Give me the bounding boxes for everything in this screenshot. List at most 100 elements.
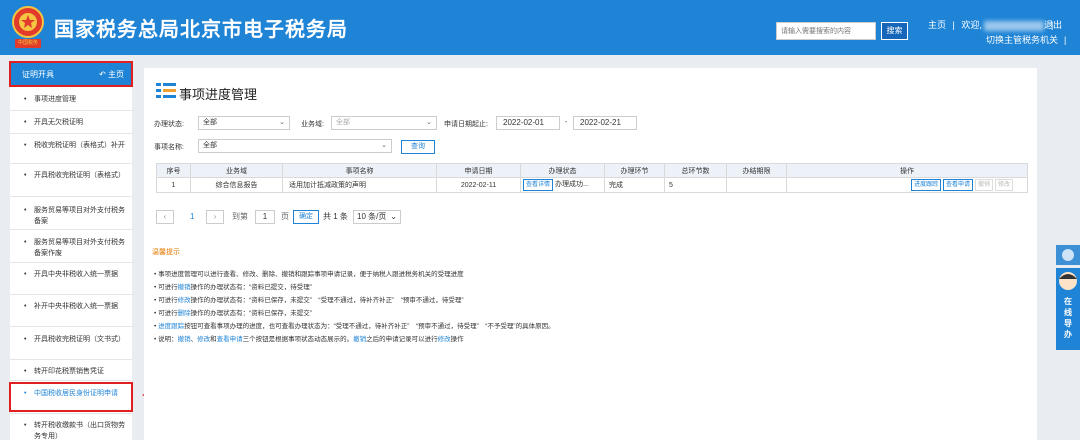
online-guide-char: 线	[1064, 308, 1072, 317]
table-row: 1 综合信息报告 适用加计抵减政策的声明 2022-02-11 查看详情 办理成…	[156, 177, 1028, 193]
business-label: 业务域:	[301, 121, 324, 128]
tip-line: • 事项进度管理可以进行查看、修改、删除、撤销和跟踪事项申请记录，便于纳税人跟进…	[154, 268, 464, 278]
search-input[interactable]	[776, 22, 876, 40]
goto-label: 到第	[232, 212, 248, 221]
date-to-input[interactable]: 2022-02-21	[573, 116, 637, 130]
total-count: 共 1 条	[323, 212, 348, 221]
bullet-icon: •	[24, 172, 27, 179]
tip-keyword: 修改	[197, 336, 211, 343]
progress-table: 序号 业务域 事项名称 申请日期 办理状态 办理环节 总环节数 办结期限 操作 …	[156, 163, 1028, 193]
item-name-label: 事项名称:	[154, 144, 184, 151]
search-button[interactable]: 搜索	[881, 22, 908, 40]
modify-button[interactable]: 修改	[994, 179, 1013, 191]
bullet-icon: •	[24, 207, 27, 214]
view-application-button[interactable]: 查看申请	[943, 179, 974, 191]
page-size-select[interactable]: 10 条/页 ⌄	[353, 210, 401, 224]
cell-business: 综合信息报告	[190, 177, 283, 193]
highlight-box-residency-cert	[9, 382, 133, 412]
tip-keyword: 撤销	[177, 284, 191, 291]
sidebar-item-stamp-voucher[interactable]: • 转开印花税票销售凭证	[10, 366, 132, 377]
logout-link[interactable]: 退出	[1044, 18, 1062, 31]
sidebar-item-reissue-table[interactable]: • 税收完税证明（表格式）补开	[10, 140, 132, 151]
page-unit-label: 页	[281, 212, 289, 221]
business-select[interactable]: 全部 ⌄	[331, 116, 437, 130]
status-text: 办理成功...	[554, 181, 589, 188]
tip-keyword: 撤销	[353, 336, 367, 343]
tip-keyword: 查看申请	[216, 336, 243, 343]
tip-text: 按钮可查看事项办理的进度，也可查看办理状态为：“受理不通过，待补齐补正” “预审…	[184, 323, 555, 330]
col-index: 序号	[156, 163, 191, 178]
sidebar-item-no-arrears[interactable]: • 开具无欠税证明	[10, 117, 132, 128]
bullet-icon: •	[24, 119, 27, 126]
online-guide-char: 在	[1064, 297, 1072, 306]
list-title-icon	[156, 83, 176, 98]
sidebar-item-progress[interactable]: • 事项进度管理	[10, 94, 132, 105]
tip-text: 操作	[450, 336, 464, 343]
page-title: 事项进度管理	[179, 87, 258, 102]
online-guide-char: 办	[1064, 330, 1072, 339]
status-label: 办理状态:	[154, 121, 184, 128]
sidebar-item-service-filing-void[interactable]: • 服务贸易等项目对外支付税务备案作废	[10, 237, 132, 259]
seal-text: 中国税务	[17, 40, 38, 46]
bullet-icon: •	[24, 142, 27, 149]
tip-text: 操作的办理状态有：“资料已保存，未提交”	[190, 310, 312, 317]
prev-page-button[interactable]: ‹	[156, 210, 174, 224]
sidebar-item-reissue-nontax[interactable]: • 补开中央非税收入统一票据	[10, 301, 132, 312]
cell-ops: 进度跟踪 查看申请 撤销 修改	[786, 177, 1028, 193]
current-page[interactable]: 1	[190, 210, 194, 224]
track-progress-button[interactable]: 进度跟踪	[911, 179, 942, 191]
cell-date: 2022-02-11	[436, 177, 521, 193]
tip-keyword: 修改	[437, 336, 451, 343]
tip-line: • 可进行撤销操作的办理状态有：“资料已提交，待受理”	[154, 281, 312, 291]
query-button[interactable]: 查询	[401, 140, 435, 154]
tip-text: 操作的办理状态有：“资料已保存，未提交” “受理不通过，待补齐补正” “预审不通…	[190, 297, 464, 304]
cell-index: 1	[156, 177, 191, 193]
top-links: 主页 | 欢迎, |	[928, 18, 1054, 31]
switch-org-link[interactable]: 切换主管税务机关 |	[986, 33, 1066, 46]
tip-text: 三个按钮是根据事项状态动态展示的。	[242, 336, 354, 343]
date-from-input[interactable]: 2022-02-01	[496, 116, 560, 130]
home-link[interactable]: 主页	[928, 18, 946, 31]
site-title: 国家税务总局北京市电子税务局	[54, 19, 348, 41]
revoke-button[interactable]: 撤销	[975, 179, 994, 191]
bullet-icon: •	[24, 303, 27, 310]
tip-text: 事项进度管理可以进行查看、修改、删除、撤销和跟踪事项申请记录，便于纳税人跟进税务…	[158, 271, 464, 278]
bullet-icon: •	[24, 239, 27, 246]
sidebar-item-issue-table[interactable]: • 开具税收完税证明（表格式）	[10, 170, 132, 181]
tip-keyword: 删除	[177, 310, 191, 317]
col-business: 业务域	[190, 163, 283, 178]
goto-confirm-button[interactable]: 确定	[293, 210, 319, 224]
chevron-down-icon: ⌄	[279, 119, 285, 126]
highlight-box-sidebar-header	[9, 61, 133, 87]
tip-text: 可进行	[158, 310, 178, 317]
goto-page-input[interactable]: 1	[255, 210, 275, 224]
bullet-icon: •	[24, 271, 27, 278]
avatar-icon	[1062, 249, 1074, 261]
float-widget-top[interactable]	[1056, 245, 1080, 265]
bullet-icon: •	[24, 96, 27, 103]
main-content: 事项进度管理 办理状态: 全部 ⌄ 业务域: 全部 ⌄ 申请日期起止: 2022…	[144, 68, 1037, 440]
tip-line: • 进度跟踪按钮可查看事项办理的进度，也可查看办理状态为：“受理不通过，待补齐补…	[154, 320, 555, 330]
chevron-down-icon: ⌄	[390, 212, 397, 221]
next-page-button[interactable]: ›	[206, 210, 224, 224]
view-detail-button[interactable]: 查看详情	[523, 179, 554, 191]
sidebar-item-issue-doc[interactable]: • 开具税收完税证明（文书式）	[10, 334, 132, 345]
item-name-select[interactable]: 全部 ⌄	[198, 139, 392, 153]
cell-status: 查看详情 办理成功...	[520, 177, 605, 193]
sidebar-item-issue-nontax[interactable]: • 开具中央非税收入统一票据	[10, 269, 132, 280]
tip-line: • 可进行删除操作的办理状态有：“资料已保存，未提交”	[154, 307, 312, 317]
tip-text: 说明：	[158, 336, 178, 343]
chevron-down-icon: ⌄	[381, 142, 387, 149]
bullet-icon: •	[24, 336, 27, 343]
col-total: 总环节数	[664, 163, 727, 178]
bullet-icon: •	[24, 422, 27, 429]
cell-item: 适用加计抵减政策的声明	[282, 177, 437, 193]
status-select[interactable]: 全部 ⌄	[198, 116, 290, 130]
tip-line: • 说明：撤销、修改和查看申请三个按钮是根据事项状态动态展示的。撤销之后的申请记…	[154, 333, 464, 343]
col-deadline: 办结期限	[726, 163, 787, 178]
chevron-down-icon: ⌄	[426, 119, 432, 126]
sidebar-item-export-payment[interactable]: • 转开税收缴款书（出口货物劳务专用）	[10, 420, 132, 440]
online-guide-button[interactable]: 在线导办	[1056, 268, 1080, 350]
sidebar-item-service-filing[interactable]: • 服务贸易等项目对外支付税务备案	[10, 205, 132, 227]
cell-total: 5	[664, 177, 727, 193]
